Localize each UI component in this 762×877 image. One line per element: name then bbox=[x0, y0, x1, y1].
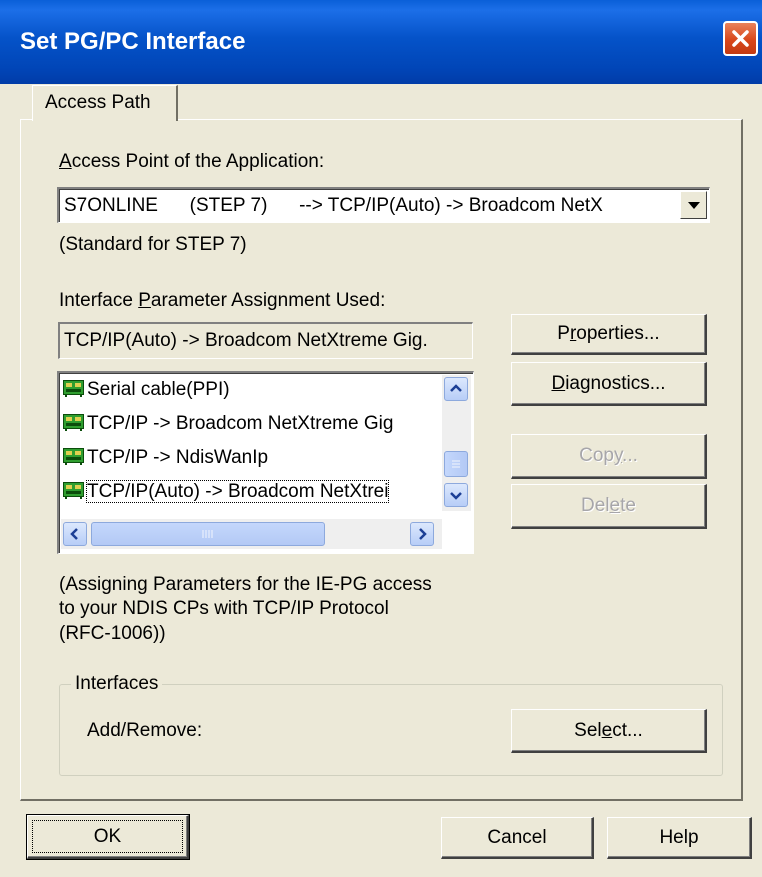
description-line-3: (RFC-1006)) bbox=[59, 623, 166, 644]
param-assign-label-text: arameter Assignment Used: bbox=[150, 290, 386, 311]
diagnostics-button[interactable]: Diagnostics... bbox=[511, 362, 707, 406]
list-item[interactable]: TCP/IP -> NdisWanIp bbox=[63, 447, 268, 477]
vertical-scroll-thumb[interactable] bbox=[444, 451, 468, 477]
vertical-scrollbar[interactable] bbox=[442, 375, 471, 511]
param-assign-value: TCP/IP(Auto) -> Broadcom NetXtreme Gig. bbox=[64, 330, 428, 351]
delete-button[interactable]: Delete bbox=[511, 484, 707, 529]
focus-rect bbox=[32, 820, 183, 853]
scroll-down-button[interactable] bbox=[444, 483, 468, 507]
copy-label-hotkey: y bbox=[613, 445, 623, 466]
delete-label-pre: Del bbox=[581, 495, 610, 516]
description-line-1: (Assigning Parameters for the IE-PG acce… bbox=[59, 574, 432, 595]
dropdown-arrow-icon[interactable] bbox=[680, 191, 707, 219]
close-button[interactable] bbox=[723, 21, 758, 56]
access-point-note: (Standard for STEP 7) bbox=[59, 234, 247, 255]
delete-label-post: te bbox=[620, 495, 636, 516]
description-line-2: to your NDIS CPs with TCP/IP Protocol bbox=[59, 598, 389, 619]
param-assign-label-prefix: Interface bbox=[59, 290, 139, 311]
properties-label-post: operties... bbox=[576, 323, 660, 344]
close-icon bbox=[732, 30, 749, 47]
network-card-icon bbox=[63, 482, 84, 499]
horizontal-scrollbar[interactable] bbox=[61, 519, 442, 549]
ok-button[interactable]: OK bbox=[26, 814, 190, 860]
add-remove-label: Add/Remove: bbox=[87, 720, 203, 741]
horizontal-scroll-thumb[interactable] bbox=[91, 522, 325, 546]
copy-label-post: ... bbox=[622, 445, 638, 466]
list-item-label: TCP/IP -> NdisWanIp bbox=[87, 447, 269, 468]
network-card-icon bbox=[63, 380, 84, 397]
list-item[interactable]: TCP/IP -> Broadcom NetXtreme Gig bbox=[63, 413, 393, 443]
select-label-pre: Sel bbox=[574, 719, 602, 741]
properties-label-pre: P bbox=[557, 323, 570, 344]
list-item-label: Serial cable(PPI) bbox=[87, 379, 230, 400]
tab-access-path-label: Access Path bbox=[45, 92, 151, 113]
scroll-up-button[interactable] bbox=[444, 377, 468, 401]
access-point-label-text: ccess Point of the Application: bbox=[71, 151, 325, 172]
tab-access-path[interactable]: Access Path bbox=[32, 85, 178, 121]
access-point-label: Access Point of the Application: bbox=[59, 151, 324, 173]
param-assign-label: Interface Parameter Assignment Used: bbox=[59, 290, 385, 312]
window-title: Set PG/PC Interface bbox=[20, 28, 246, 55]
copy-button[interactable]: Copy... bbox=[511, 434, 707, 479]
list-item[interactable]: Serial cable(PPI) bbox=[63, 379, 230, 409]
access-point-value: S7ONLINE (STEP 7) --> TCP/IP(Auto) -> Br… bbox=[64, 195, 603, 216]
select-label-hotkey: e bbox=[601, 719, 613, 741]
help-label: Help bbox=[659, 826, 699, 848]
interface-listbox[interactable]: Serial cable(PPI) TCP/IP -> Broadcom Net… bbox=[57, 371, 474, 554]
chevron-down-icon bbox=[450, 492, 462, 500]
grip-icon bbox=[202, 530, 213, 538]
chevron-right-icon bbox=[419, 528, 427, 540]
select-label-post: ct... bbox=[612, 719, 643, 741]
select-button[interactable]: Select... bbox=[511, 709, 707, 753]
cancel-label: Cancel bbox=[487, 826, 547, 848]
list-item-selected[interactable]: TCP/IP(Auto) -> Broadcom NetXtrei bbox=[63, 480, 390, 511]
param-assign-field: TCP/IP(Auto) -> Broadcom NetXtreme Gig. bbox=[58, 322, 473, 359]
delete-label-hotkey: e bbox=[609, 495, 621, 516]
network-card-icon bbox=[63, 414, 84, 431]
grip-icon bbox=[452, 460, 460, 468]
network-card-icon bbox=[63, 448, 84, 465]
access-point-label-hotkey: A bbox=[59, 151, 72, 172]
scroll-right-button[interactable] bbox=[410, 522, 434, 546]
copy-label-pre: Cop bbox=[579, 445, 614, 466]
interfaces-group-label: Interfaces bbox=[71, 673, 163, 695]
list-item-label: TCP/IP(Auto) -> Broadcom NetXtrei bbox=[85, 480, 390, 503]
diagnostics-label-hotkey: D bbox=[551, 372, 566, 394]
chevron-left-icon bbox=[70, 528, 78, 540]
access-point-combobox[interactable]: S7ONLINE (STEP 7) --> TCP/IP(Auto) -> Br… bbox=[57, 187, 710, 223]
list-item-label: TCP/IP -> Broadcom NetXtreme Gig bbox=[87, 413, 394, 434]
diagnostics-label-post: iagnostics... bbox=[565, 372, 666, 394]
title-bar[interactable]: Set PG/PC Interface bbox=[0, 0, 762, 84]
properties-button[interactable]: Properties... bbox=[511, 314, 707, 355]
help-button[interactable]: Help bbox=[607, 817, 752, 859]
scroll-left-button[interactable] bbox=[63, 522, 87, 546]
chevron-up-icon bbox=[450, 384, 462, 392]
cancel-button[interactable]: Cancel bbox=[441, 817, 594, 859]
param-assign-label-hotkey: P bbox=[138, 290, 151, 311]
